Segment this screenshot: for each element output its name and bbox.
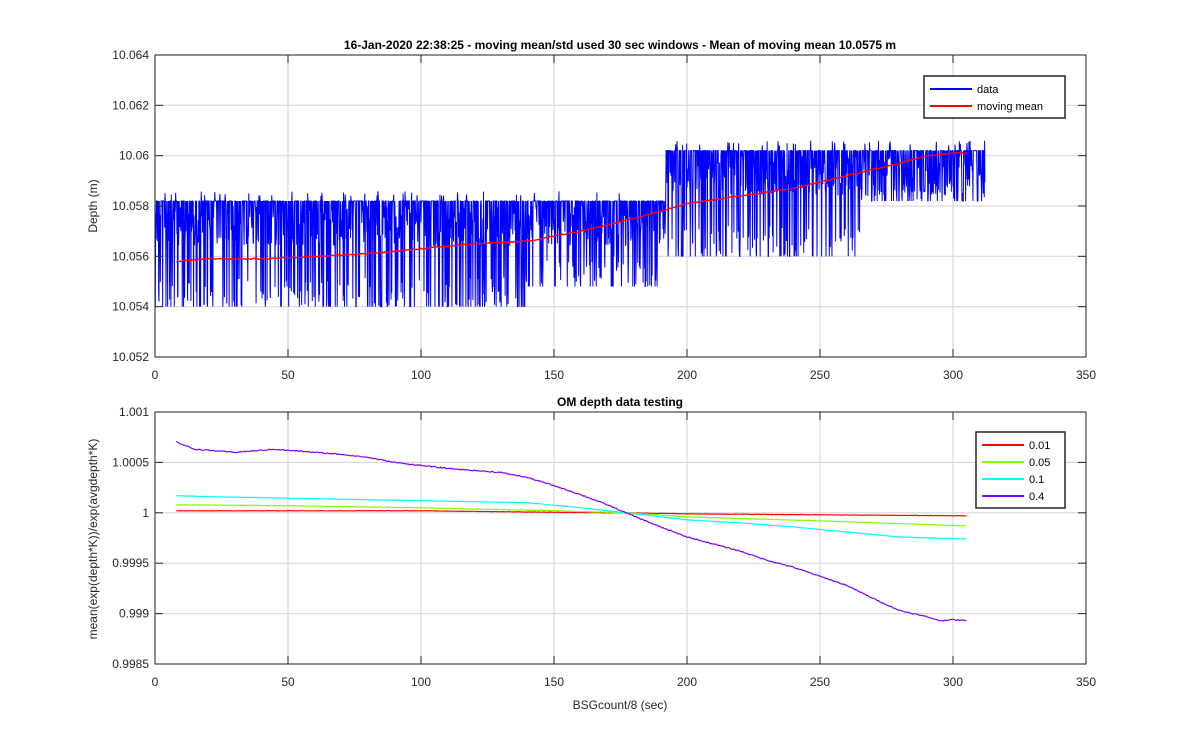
om-axes: OM depth data testing 0 50 100 150 200 250 300…: [86, 395, 1096, 712]
depth-legend-label-moving-mean: moving mean: [977, 101, 1043, 113]
depth-x-tick-label: 350: [1076, 368, 1096, 382]
om-x-tick-label: 50: [281, 675, 295, 689]
om-y-tick-label: 0.9985: [112, 657, 149, 671]
depth-y-tick-label: 10.056: [112, 249, 149, 263]
figure: 16-Jan-2020 22:38:25 - moving mean/std u…: [0, 0, 1200, 750]
om-chart-title: OM depth data testing: [557, 395, 683, 409]
depth-y-tick-label: 10.062: [112, 98, 149, 112]
om-legend-label-0-05: 0.05: [1029, 457, 1050, 469]
om-y-tick-label: 0.999: [119, 607, 149, 621]
om-x-tick-label: 300: [943, 675, 963, 689]
depth-y-axis-label: Depth (m): [86, 179, 100, 232]
om-x-tick-label: 250: [810, 675, 830, 689]
depth-x-tick-label: 50: [281, 368, 295, 382]
depth-y-tick-label: 10.054: [112, 300, 149, 314]
depth-x-tick-label: 100: [411, 368, 431, 382]
om-legend: 0.01 0.05 0.1 0.4: [975, 431, 1066, 509]
om-y-axis-label: mean(exp(depth*K))/exp(avgdepth*K): [86, 439, 100, 640]
om-y-tick-label: 1.0005: [112, 455, 149, 469]
om-legend-label-0-01: 0.01: [1029, 440, 1050, 452]
om-x-tick-label: 200: [677, 675, 697, 689]
depth-y-tick-label: 10.06: [119, 149, 149, 163]
om-x-tick-label: 350: [1076, 675, 1096, 689]
depth-x-tick-label: 300: [943, 368, 963, 382]
om-legend-label-0-4: 0.4: [1029, 491, 1044, 503]
depth-x-tick-label: 250: [810, 368, 830, 382]
depth-chart-title: 16-Jan-2020 22:38:25 - moving mean/std u…: [344, 38, 896, 52]
depth-x-tick-label: 0: [152, 368, 159, 382]
depth-legend-label-data: data: [977, 84, 999, 96]
om-x-axis-label: BSGcount/8 (sec): [573, 698, 668, 712]
om-y-tick-label: 0.9995: [112, 556, 149, 570]
depth-y-tick-label: 10.052: [112, 350, 149, 364]
depth-x-tick-label: 200: [677, 368, 697, 382]
om-x-tick-label: 100: [411, 675, 431, 689]
om-y-tick-label: 1.001: [119, 405, 149, 419]
depth-y-tick-label: 10.058: [112, 199, 149, 213]
om-x-tick-label: 0: [152, 675, 159, 689]
om-legend-label-0-1: 0.1: [1029, 474, 1044, 486]
om-x-tick-label: 150: [544, 675, 564, 689]
depth-axes: 16-Jan-2020 22:38:25 - moving mean/std u…: [86, 38, 1096, 382]
om-y-tick-label: 1: [142, 506, 149, 520]
depth-x-tick-label: 150: [544, 368, 564, 382]
depth-y-tick-label: 10.064: [112, 48, 149, 62]
depth-legend: data moving mean: [923, 75, 1066, 119]
